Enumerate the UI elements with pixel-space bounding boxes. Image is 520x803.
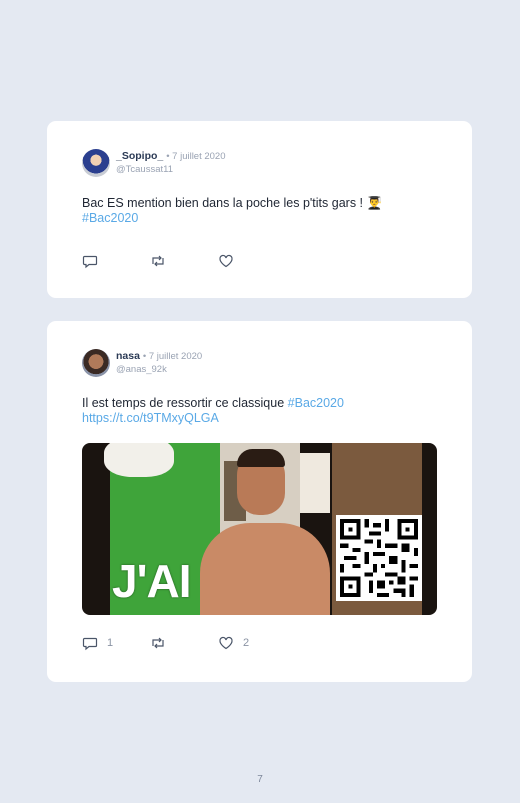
- user-handle[interactable]: @Tcaussat11: [116, 163, 226, 176]
- like-button[interactable]: [218, 253, 234, 269]
- reply-button[interactable]: [82, 253, 98, 269]
- like-icon: [219, 254, 233, 268]
- avatar[interactable]: [82, 349, 110, 377]
- tweet-text: Il est temps de ressortir ce classique #…: [82, 396, 344, 425]
- tweet-text: Bac ES mention bien dans la poche les p'…: [82, 196, 383, 225]
- tweet-card: _Sopipo_ • 7 juillet 2020 @Tcaussat11 Ba…: [47, 121, 472, 298]
- display-name[interactable]: _Sopipo_: [116, 150, 163, 162]
- tweet-actions: [82, 253, 382, 269]
- retweet-button[interactable]: [150, 635, 166, 651]
- display-name[interactable]: nasa: [116, 350, 140, 362]
- tweet-actions: 1 2: [82, 635, 382, 651]
- hashtag-link[interactable]: #Bac2020: [288, 396, 344, 410]
- reply-icon: [82, 255, 98, 269]
- url-link[interactable]: https://t.co/t9TMxyQLGA: [82, 411, 219, 425]
- like-icon: [219, 636, 233, 650]
- retweet-button[interactable]: [150, 253, 166, 269]
- hashtag-link[interactable]: #Bac2020: [82, 211, 138, 225]
- retweet-icon: [152, 255, 164, 267]
- page-number: 7: [257, 774, 263, 785]
- tweet-date[interactable]: 7 juillet 2020: [172, 151, 225, 162]
- media-caption: J'AI: [112, 555, 192, 607]
- user-handle[interactable]: @anas_92k: [116, 363, 202, 376]
- tweet-media[interactable]: J'AI: [82, 443, 437, 615]
- tweet-date[interactable]: 7 juillet 2020: [149, 351, 202, 362]
- reply-count: 1: [107, 637, 114, 649]
- qr-code-icon: [336, 515, 422, 601]
- like-count: 2: [243, 637, 250, 649]
- tweet-card: nasa • 7 juillet 2020 @anas_92k Il est t…: [47, 321, 472, 682]
- reply-button[interactable]: 1: [82, 635, 113, 651]
- like-button[interactable]: 2: [218, 635, 249, 651]
- retweet-icon: [152, 637, 164, 649]
- reply-icon: [82, 637, 98, 651]
- avatar[interactable]: [82, 149, 110, 177]
